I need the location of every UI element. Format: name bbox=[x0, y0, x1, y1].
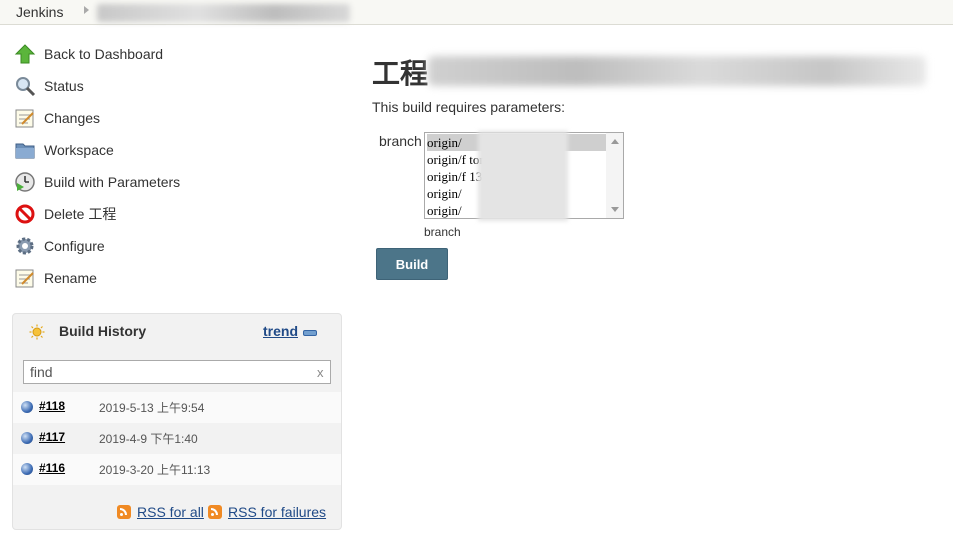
sidebar-item-build-with-parameters[interactable]: Build with Parameters bbox=[14, 170, 180, 194]
sidebar-item-label: Build with Parameters bbox=[44, 174, 181, 190]
build-number-link[interactable]: #116 bbox=[39, 461, 65, 475]
sidebar-item-label: Rename bbox=[44, 270, 97, 286]
branch-parameter-description: branch bbox=[424, 225, 461, 239]
branch-names-redacted bbox=[478, 131, 568, 221]
sidebar-item-workspace[interactable]: Workspace bbox=[14, 138, 114, 162]
clock-play-icon bbox=[14, 171, 36, 193]
page-title-redacted bbox=[428, 56, 926, 86]
rss-failures-link[interactable]: RSS for failures bbox=[228, 504, 326, 520]
sidebar-item-status[interactable]: Status bbox=[14, 74, 84, 98]
build-number-link[interactable]: #117 bbox=[39, 430, 65, 444]
sun-icon bbox=[29, 324, 45, 340]
gear-icon bbox=[14, 235, 36, 257]
build-date: 2019-4-9 下午1:40 bbox=[99, 432, 198, 446]
build-search-input[interactable]: find bbox=[23, 360, 331, 384]
build-status-ball-icon bbox=[21, 432, 33, 444]
sidebar-item-rename[interactable]: Rename bbox=[14, 266, 97, 290]
build-status-ball-icon bbox=[21, 401, 33, 413]
build-date: 2019-5-13 上午9:54 bbox=[99, 401, 205, 415]
rss-failures[interactable]: RSS for failures bbox=[208, 503, 326, 521]
build-number-link[interactable]: #118 bbox=[39, 399, 65, 413]
build-history-panel: Build History trend find x #118 2019-5-1… bbox=[12, 313, 342, 530]
build-row: #116 2019-3-20 上午11:13 bbox=[13, 454, 341, 485]
build-list: #118 2019-5-13 上午9:54 #117 2019-4-9 下午1:… bbox=[13, 392, 341, 485]
sidebar-item-back-to-dashboard[interactable]: Back to Dashboard bbox=[14, 42, 163, 66]
page-title: 工程 bbox=[372, 58, 429, 89]
sidebar-item-label: Workspace bbox=[44, 142, 114, 158]
sidebar-item-label: Status bbox=[44, 78, 84, 94]
rss-icon bbox=[117, 505, 131, 519]
sidebar-item-label: Configure bbox=[44, 238, 105, 254]
folder-icon bbox=[14, 139, 36, 161]
build-button[interactable]: Build bbox=[376, 248, 448, 280]
build-status-ball-icon bbox=[21, 463, 33, 475]
breadcrumb-project-link-redacted[interactable] bbox=[97, 4, 350, 22]
branch-list-scrollbar[interactable] bbox=[606, 133, 623, 218]
build-date: 2019-3-20 上午11:13 bbox=[99, 463, 211, 477]
breadcrumb: Jenkins bbox=[0, 0, 953, 25]
sidebar-item-label: Back to Dashboard bbox=[44, 46, 164, 62]
rss-all-link[interactable]: RSS for all bbox=[137, 504, 204, 520]
scroll-up-icon[interactable] bbox=[611, 139, 619, 144]
scroll-down-icon[interactable] bbox=[611, 207, 619, 212]
sidebar-item-label: Changes bbox=[44, 110, 101, 126]
up-arrow-icon bbox=[14, 43, 36, 65]
breadcrumb-separator-icon bbox=[84, 6, 89, 14]
build-history-title: Build History bbox=[59, 323, 147, 339]
clear-search-icon[interactable]: x bbox=[317, 365, 324, 380]
branch-parameter-label: branch bbox=[379, 133, 422, 149]
rss-icon bbox=[208, 505, 222, 519]
sidebar-item-delete[interactable]: Delete 工程 bbox=[14, 202, 116, 226]
no-entry-icon bbox=[14, 203, 36, 225]
magnifier-icon bbox=[14, 75, 36, 97]
notepad-icon bbox=[14, 107, 36, 129]
notepad-icon bbox=[14, 267, 36, 289]
build-row: #118 2019-5-13 上午9:54 bbox=[13, 392, 341, 423]
sidebar-item-configure[interactable]: Configure bbox=[14, 234, 105, 258]
trend-link[interactable]: trend bbox=[263, 323, 298, 339]
rss-all[interactable]: RSS for all bbox=[117, 503, 204, 521]
sidebar-item-label: Delete 工程 bbox=[44, 206, 117, 222]
breadcrumb-jenkins-link[interactable]: Jenkins bbox=[16, 4, 63, 20]
trend-toggle-icon[interactable] bbox=[303, 330, 317, 336]
requires-parameters-text: This build requires parameters: bbox=[372, 99, 565, 115]
sidebar-item-changes[interactable]: Changes bbox=[14, 106, 100, 130]
build-row: #117 2019-4-9 下午1:40 bbox=[13, 423, 341, 454]
